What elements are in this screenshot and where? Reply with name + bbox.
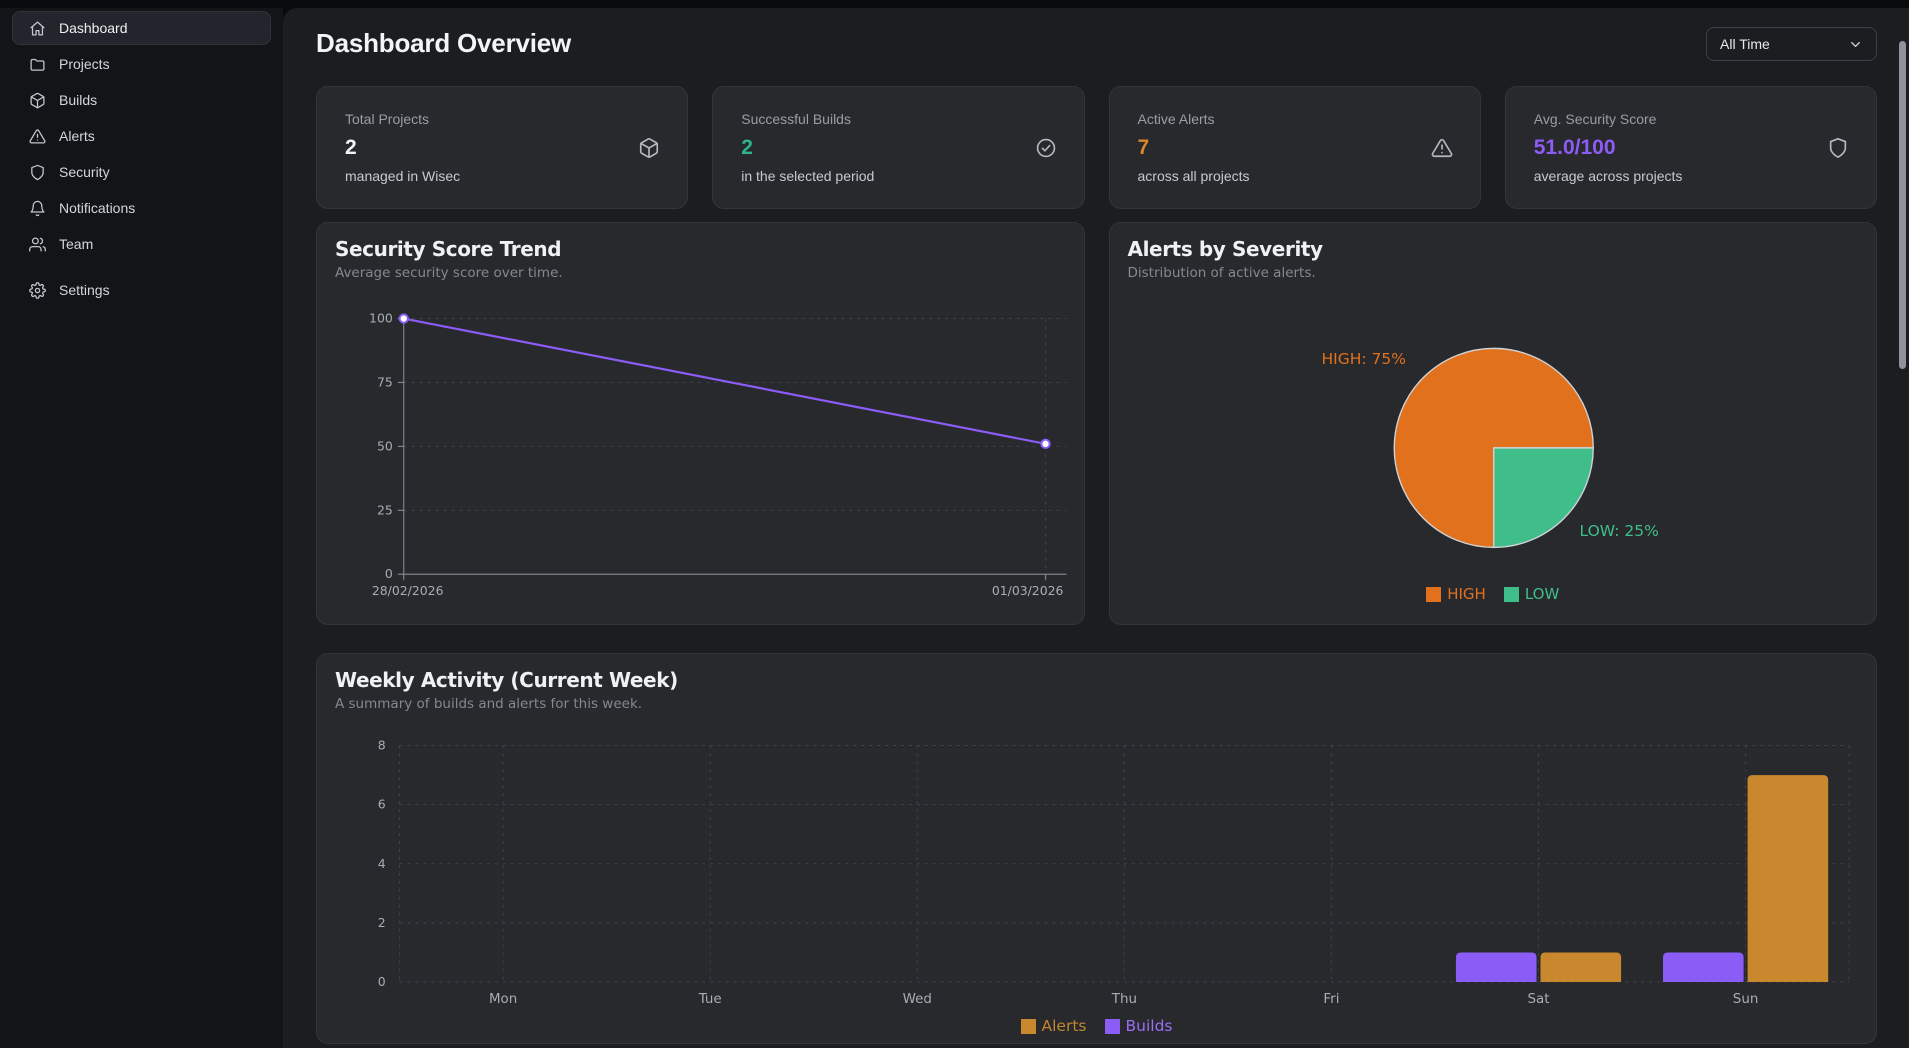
folder-icon xyxy=(29,56,46,73)
legend-swatch-builds xyxy=(1104,1018,1120,1034)
sidebar-item-builds[interactable]: Builds xyxy=(12,83,271,117)
svg-text:25: 25 xyxy=(377,502,393,517)
stat-label: Avg. Security Score xyxy=(1533,111,1657,127)
sidebar-item-projects[interactable]: Projects xyxy=(12,47,271,81)
gear-icon xyxy=(29,281,46,299)
svg-text:Mon: Mon xyxy=(489,992,517,1007)
package-icon xyxy=(638,137,660,159)
sidebar-item-label: Dashboard xyxy=(59,20,128,36)
home-icon xyxy=(29,20,46,37)
weekly-activity-card: Weekly Activity (Current Week) A summary… xyxy=(316,653,1877,1044)
stat-card-avg-security-score: Avg. Security Score 51.0/100 average acr… xyxy=(1504,86,1877,209)
pie-legend: HIGH LOW xyxy=(1110,585,1877,603)
sidebar-item-label: Team xyxy=(59,236,94,252)
svg-text:Sun: Sun xyxy=(1733,992,1759,1007)
weekly-activity-bar-chart: 0 2 4 6 8 Mon Tue Wed Thu Fri Sat Sun xyxy=(378,738,1850,1007)
legend-item-low: LOW xyxy=(1503,585,1560,603)
time-filter-dropdown[interactable]: All Time xyxy=(1706,27,1877,61)
svg-text:2: 2 xyxy=(378,915,386,930)
svg-text:Fri: Fri xyxy=(1323,992,1339,1007)
stat-card-active-alerts: Active Alerts 7 across all projects xyxy=(1108,86,1481,209)
svg-text:8: 8 xyxy=(378,738,386,753)
sidebar-item-alerts[interactable]: Alerts xyxy=(12,119,271,153)
stat-card-total-projects: Total Projects 2 managed in Wisec xyxy=(316,86,689,209)
svg-text:50: 50 xyxy=(377,438,393,453)
stat-label: Successful Builds xyxy=(741,111,851,127)
sidebar-item-label: Security xyxy=(59,164,110,180)
stat-value: 2 xyxy=(345,136,357,159)
alerts-by-severity-card: Alerts by Severity Distribution of activ… xyxy=(1108,222,1877,625)
svg-text:4: 4 xyxy=(378,856,386,871)
sidebar: Dashboard Projects Builds Alerts Securit… xyxy=(0,8,283,1048)
svg-text:6: 6 xyxy=(378,797,386,812)
stat-value: 2 xyxy=(741,136,753,159)
stat-caption: across all projects xyxy=(1137,168,1250,184)
sidebar-item-label: Projects xyxy=(59,56,110,72)
stat-value: 7 xyxy=(1137,136,1150,159)
weekly-activity-row: Weekly Activity (Current Week) A summary… xyxy=(316,653,1877,1044)
stat-caption: in the selected period xyxy=(741,168,875,184)
alert-triangle-icon xyxy=(1431,137,1453,159)
sidebar-item-dashboard[interactable]: Dashboard xyxy=(12,11,271,45)
stat-card-successful-builds: Successful Builds 2 in the selected peri… xyxy=(712,86,1085,209)
sidebar-item-label: Alerts xyxy=(59,128,95,144)
sidebar-item-team[interactable]: Team xyxy=(12,227,271,261)
alerts-severity-pie-chart xyxy=(1393,347,1594,549)
time-filter-value: All Time xyxy=(1720,36,1770,52)
legend-item-builds: Builds xyxy=(1104,1017,1173,1035)
charts-row: Security Score Trend Average security sc… xyxy=(316,222,1877,625)
shield-icon xyxy=(29,164,46,181)
pie-label-low: LOW: 25% xyxy=(1579,522,1659,540)
legend-swatch-high xyxy=(1426,586,1442,602)
stat-label: Total Projects xyxy=(345,111,430,127)
bell-icon xyxy=(29,200,46,217)
stat-value: 51.0/100 xyxy=(1533,136,1616,159)
pie-label-high: HIGH: 75% xyxy=(1321,350,1407,368)
svg-text:Wed: Wed xyxy=(903,992,932,1007)
stat-caption: average across projects xyxy=(1533,168,1683,184)
svg-text:0: 0 xyxy=(385,566,393,581)
sidebar-item-label: Settings xyxy=(59,282,110,298)
sidebar-item-label: Builds xyxy=(59,92,98,108)
sidebar-item-security[interactable]: Security xyxy=(12,155,271,189)
legend-swatch-low xyxy=(1503,586,1519,602)
legend-label: Alerts xyxy=(1041,1017,1087,1035)
stat-label: Active Alerts xyxy=(1137,111,1215,127)
sidebar-item-label: Notifications xyxy=(59,200,136,216)
stat-caption: managed in Wisec xyxy=(345,168,461,184)
legend-label: Builds xyxy=(1125,1017,1173,1035)
users-icon xyxy=(29,236,46,253)
legend-swatch-alerts xyxy=(1020,1018,1036,1034)
security-score-line-chart: 0 25 50 75 100 28/02/2026 01/03/2026 xyxy=(369,311,1067,598)
page-title: Dashboard Overview xyxy=(316,28,572,58)
bar-legend: Alerts Builds xyxy=(317,1017,1876,1035)
legend-item-high: HIGH xyxy=(1426,585,1486,603)
svg-text:28/02/2026: 28/02/2026 xyxy=(372,583,444,598)
sidebar-item-notifications[interactable]: Notifications xyxy=(12,191,271,225)
svg-text:100: 100 xyxy=(369,311,393,326)
package-icon xyxy=(29,92,46,109)
vertical-scrollbar-thumb[interactable] xyxy=(1899,41,1906,369)
alert-triangle-icon xyxy=(29,128,46,145)
svg-text:01/03/2026: 01/03/2026 xyxy=(992,583,1064,598)
svg-text:Sat: Sat xyxy=(1528,992,1550,1007)
main-content: Dashboard Overview All Time Total Projec… xyxy=(283,8,1909,1048)
svg-text:Tue: Tue xyxy=(698,992,722,1007)
svg-text:Thu: Thu xyxy=(1111,992,1137,1007)
legend-label: LOW xyxy=(1524,585,1560,603)
check-circle-icon xyxy=(1035,137,1057,159)
chevron-down-icon xyxy=(1848,37,1863,52)
legend-label: HIGH xyxy=(1447,585,1486,603)
svg-text:75: 75 xyxy=(377,374,393,389)
svg-text:0: 0 xyxy=(378,974,386,989)
sidebar-item-settings[interactable]: Settings xyxy=(12,273,271,307)
shield-icon xyxy=(1827,137,1849,159)
legend-item-alerts: Alerts xyxy=(1020,1017,1087,1035)
stats-row: Total Projects 2 managed in Wisec Succes… xyxy=(316,86,1877,209)
security-score-trend-card: Security Score Trend Average security sc… xyxy=(316,222,1085,625)
